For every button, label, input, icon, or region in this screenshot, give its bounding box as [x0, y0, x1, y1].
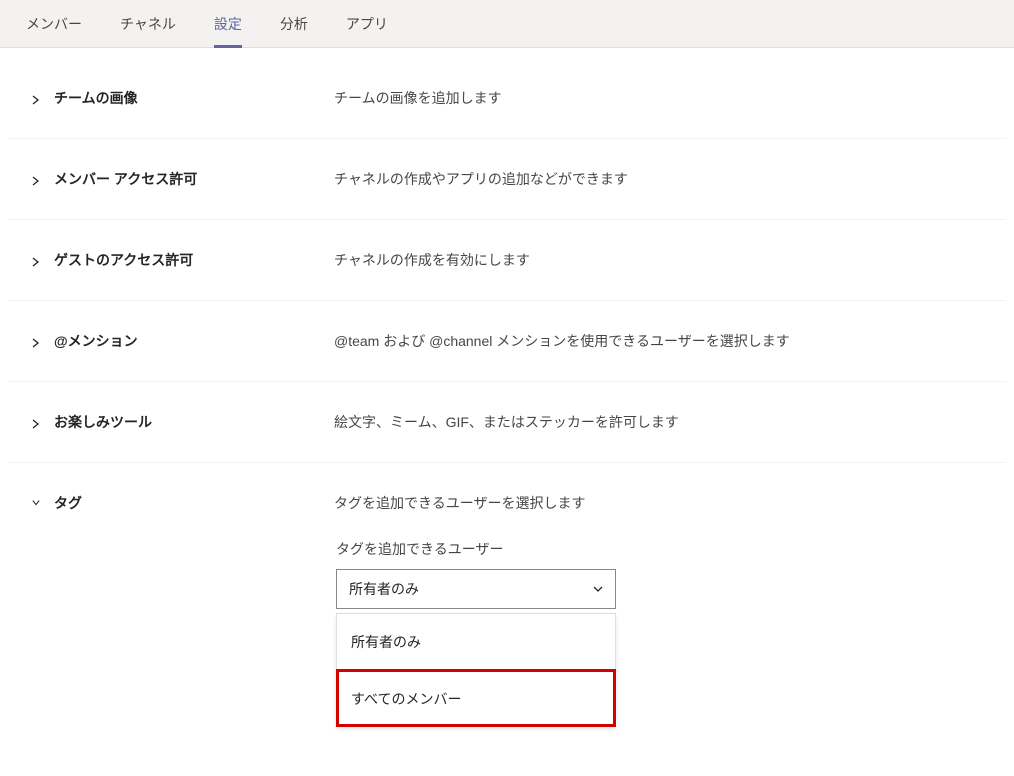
tags-user-dropdown: 所有者のみ すべてのメンバー [336, 613, 616, 727]
section-label: お楽しみツール [54, 412, 334, 432]
tags-field-label: タグを追加できるユーザー [336, 539, 988, 559]
option-owners-only[interactable]: 所有者のみ [337, 614, 615, 670]
select-value: 所有者のみ [349, 579, 419, 599]
section-mentions[interactable]: @メンション @team および @channel メンションを使用できるユーザ… [8, 301, 1006, 382]
section-member-perms[interactable]: メンバー アクセス許可 チャネルの作成やアプリの追加などができます [8, 139, 1006, 220]
chevron-down-icon [591, 582, 605, 596]
section-desc: チャネルの作成を有効にします [334, 250, 530, 270]
caret-right-icon [32, 177, 40, 185]
caret-right-icon [32, 96, 40, 104]
section-desc: タグを追加できるユーザーを選択します [334, 493, 585, 513]
section-desc: チャネルの作成やアプリの追加などができます [334, 169, 628, 189]
tags-user-select[interactable]: 所有者のみ [336, 569, 616, 609]
section-label: タグ [54, 493, 334, 513]
settings-panel: チームの画像 チームの画像を追加します メンバー アクセス許可 チャネルの作成や… [0, 48, 1014, 776]
tab-apps[interactable]: アプリ [328, 0, 406, 48]
section-label: ゲストのアクセス許可 [54, 250, 334, 270]
section-label: メンバー アクセス許可 [54, 169, 334, 189]
section-fun-stuff[interactable]: お楽しみツール 絵文字、ミーム、GIF、またはステッカーを許可します [8, 382, 1006, 463]
tab-members[interactable]: メンバー [8, 0, 100, 48]
tab-analytics[interactable]: 分析 [262, 0, 326, 48]
section-label: チームの画像 [54, 88, 334, 108]
section-desc: 絵文字、ミーム、GIF、またはステッカーを許可します [334, 412, 679, 432]
option-all-members[interactable]: すべてのメンバー [337, 670, 615, 726]
caret-right-icon [32, 258, 40, 266]
caret-right-icon [32, 339, 40, 347]
section-desc: チームの画像を追加します [334, 88, 502, 108]
section-label: @メンション [54, 331, 334, 351]
section-guest-perms[interactable]: ゲストのアクセス許可 チャネルの作成を有効にします [8, 220, 1006, 301]
caret-right-icon [32, 420, 40, 428]
tab-settings[interactable]: 設定 [196, 0, 260, 48]
tabs-bar: メンバー チャネル 設定 分析 アプリ [0, 0, 1014, 48]
tab-channels[interactable]: チャネル [102, 0, 194, 48]
caret-down-icon[interactable] [32, 499, 40, 507]
section-team-image[interactable]: チームの画像 チームの画像を追加します [8, 58, 1006, 139]
section-desc: @team および @channel メンションを使用できるユーザーを選択します [334, 331, 790, 351]
section-tags: タグ タグを追加できるユーザーを選択します タグを追加できるユーザー 所有者のみ… [8, 463, 1006, 776]
